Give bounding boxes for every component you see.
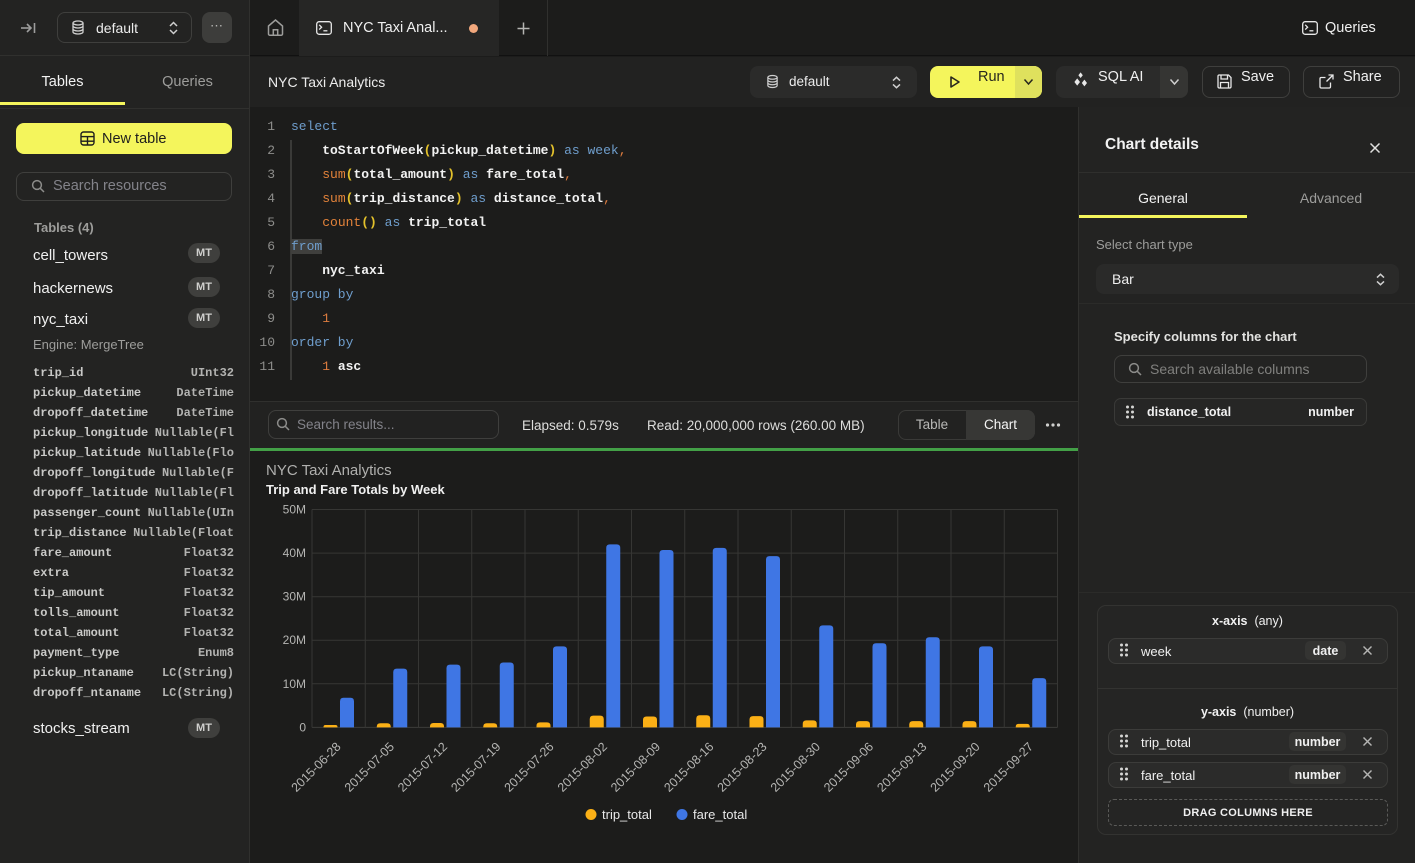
- svg-text:2015-09-06: 2015-09-06: [821, 740, 876, 795]
- svg-text:2015-09-20: 2015-09-20: [928, 740, 983, 795]
- svg-text:2015-07-19: 2015-07-19: [448, 740, 503, 795]
- svg-text:50M: 50M: [283, 503, 306, 517]
- svg-text:2015-08-30: 2015-08-30: [768, 740, 823, 795]
- svg-text:2015-07-05: 2015-07-05: [342, 740, 397, 795]
- svg-text:2015-08-02: 2015-08-02: [555, 740, 610, 795]
- svg-text:Trip and Fare Totals by Week: Trip and Fare Totals by Week: [266, 482, 445, 497]
- svg-text:fare_total: fare_total: [693, 807, 747, 822]
- svg-text:2015-08-16: 2015-08-16: [661, 740, 716, 795]
- svg-text:NYC Taxi Analytics: NYC Taxi Analytics: [266, 462, 392, 479]
- svg-text:2015-07-12: 2015-07-12: [395, 740, 450, 795]
- svg-text:0: 0: [299, 720, 306, 734]
- svg-text:10M: 10M: [283, 677, 306, 691]
- svg-text:2015-08-09: 2015-08-09: [608, 740, 663, 795]
- svg-text:2015-09-27: 2015-09-27: [981, 740, 1036, 795]
- svg-text:40M: 40M: [283, 546, 306, 560]
- svg-text:2015-09-13: 2015-09-13: [874, 740, 929, 795]
- svg-text:2015-06-28: 2015-06-28: [289, 740, 344, 795]
- svg-text:trip_total: trip_total: [602, 807, 652, 822]
- svg-text:30M: 30M: [283, 590, 306, 604]
- svg-text:2015-08-23: 2015-08-23: [715, 740, 770, 795]
- svg-text:2015-07-26: 2015-07-26: [502, 740, 557, 795]
- svg-text:20M: 20M: [283, 633, 306, 647]
